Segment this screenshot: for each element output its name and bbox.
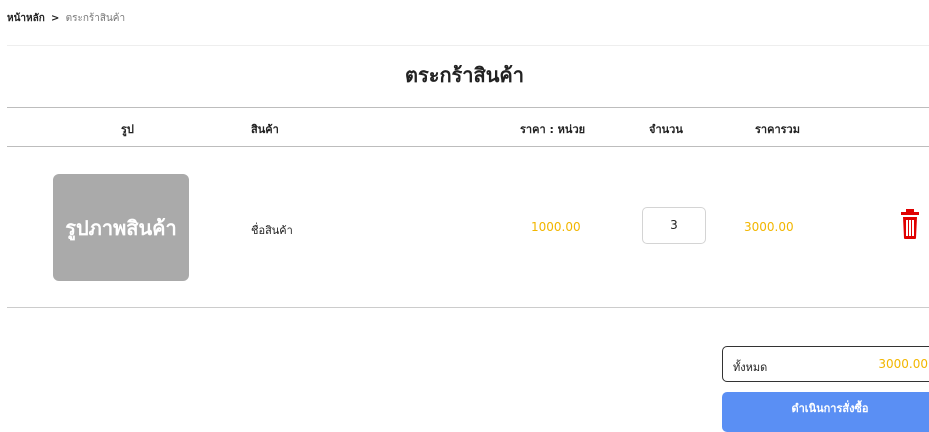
product-image: รูปภาพสินค้า: [53, 174, 189, 281]
summary-amount: 3000.00: [878, 357, 928, 371]
header-total: ราคารวม: [755, 123, 800, 136]
header-quantity: จำนวน: [649, 123, 683, 136]
breadcrumb-current: ตระกร้าสินค้า: [65, 13, 126, 24]
page-title: ตระกร้าสินค้า: [404, 63, 525, 87]
unit-price: 1000.00: [531, 220, 581, 234]
checkout-button[interactable]: ดำเนินการสั่งซื้อ: [722, 392, 929, 432]
row-total: 3000.00: [744, 220, 794, 234]
header-unit-price: ราคา : หน่วย: [520, 123, 586, 136]
header-image: รูป: [121, 123, 134, 136]
header-product: สินค้า: [251, 123, 279, 136]
order-summary-box: ทั้งหมด 3000.00: [722, 346, 929, 382]
quantity-input[interactable]: 3: [642, 207, 706, 244]
trash-icon[interactable]: [900, 208, 920, 240]
top-divider: [7, 45, 929, 46]
cart-table-header: รูป สินค้า ราคา : หน่วย จำนวน ราคารวม: [7, 107, 929, 147]
breadcrumb-home-link[interactable]: หน้าหลัก: [7, 13, 45, 24]
summary-label: ทั้งหมด: [733, 361, 768, 374]
breadcrumb: หน้าหลัก > ตระกร้าสินค้า: [7, 11, 125, 26]
cart-row: รูปภาพสินค้า ชื่อสินค้า 1000.00 3 3000.0…: [7, 146, 929, 308]
product-name: ชื่อสินค้า: [251, 224, 293, 237]
breadcrumb-separator: >: [51, 13, 60, 24]
